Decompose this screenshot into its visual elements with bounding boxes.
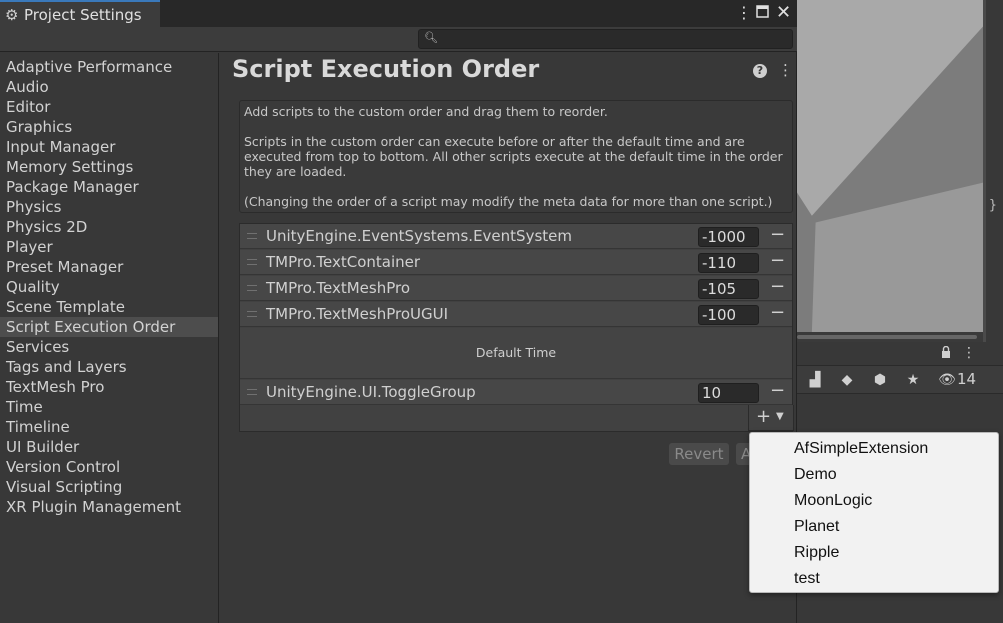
sidebar-item[interactable]: Physics 2D [0, 217, 218, 237]
visible-count: 14 [957, 370, 977, 388]
info-text: Scripts in the custom order can execute … [244, 134, 745, 149]
scene-view-background: } [797, 0, 1003, 342]
sidebar-item[interactable]: Memory Settings [0, 157, 218, 177]
sidebar-item[interactable]: Player [0, 237, 218, 257]
default-time-label: Default Time [475, 345, 557, 360]
add-script-button[interactable]: + ▼ [748, 405, 794, 431]
script-row[interactable]: TMPro.TextContainer -110 − [240, 250, 792, 275]
drag-handle-icon[interactable] [247, 389, 257, 395]
tab-project-settings[interactable]: ⚙ Project Settings [0, 0, 160, 27]
menu-item[interactable]: Planet [750, 514, 998, 540]
settings-content: Script Execution Order ? ⋮ Add scripts t… [220, 53, 797, 623]
sidebar-item[interactable]: Tags and Layers [0, 357, 218, 377]
gear-icon: ⚙ [5, 6, 19, 24]
remove-icon[interactable]: − [770, 380, 785, 401]
script-row[interactable]: TMPro.TextMeshPro -105 − [240, 276, 792, 301]
script-row[interactable]: UnityEngine.EventSystems.EventSystem -10… [240, 224, 792, 249]
remove-icon[interactable]: − [770, 224, 785, 245]
remove-icon[interactable]: − [770, 250, 785, 271]
script-name: UnityEngine.UI.ToggleGroup [266, 383, 476, 401]
sidebar-item[interactable]: Version Control [0, 457, 218, 477]
sidebar-item[interactable]: Preset Manager [0, 257, 218, 277]
menu-item[interactable]: Ripple [750, 540, 998, 566]
script-row[interactable]: TMPro.TextMeshProUGUI -100 − [240, 302, 792, 327]
default-time-divider: Default Time [240, 328, 792, 379]
sidebar-item[interactable]: TextMesh Pro [0, 377, 218, 397]
help-icon[interactable]: ? [753, 64, 767, 78]
window-tab-bar: ⚙ Project Settings ⋮ ✕ [0, 0, 797, 27]
sidebar-item[interactable]: UI Builder [0, 437, 218, 457]
settings-toolbar: 🔍︎ [0, 27, 797, 52]
shapes-icon[interactable]: ▟ [807, 372, 823, 388]
order-field[interactable]: -110 [698, 253, 759, 273]
scene-horizontal-scrollbar[interactable] [797, 332, 983, 342]
scene-side-panel [986, 0, 1003, 342]
script-name: TMPro.TextMeshPro [266, 279, 411, 297]
content-more-icon[interactable]: ⋮ [778, 61, 793, 79]
info-box: Add scripts to the custom order and drag… [239, 100, 793, 213]
info-text: they are loaded. [244, 164, 347, 179]
project-settings-window: ⚙ Project Settings ⋮ ✕ 🔍︎ Adaptive Perfo… [0, 0, 797, 623]
sidebar-item[interactable]: Graphics [0, 117, 218, 137]
sidebar-item[interactable]: Script Execution Order [0, 317, 218, 337]
plus-icon: + [756, 406, 772, 427]
drag-handle-icon[interactable] [247, 233, 257, 239]
sidebar-item[interactable]: Input Manager [0, 137, 218, 157]
page-title: Script Execution Order [232, 55, 540, 83]
maximize-icon[interactable] [756, 3, 769, 22]
tag-icon[interactable]: ◆ [839, 372, 855, 388]
revert-button[interactable]: Revert [669, 443, 729, 465]
sidebar-item[interactable]: Audio [0, 77, 218, 97]
search-input[interactable]: 🔍︎ [418, 29, 793, 49]
warning-icon[interactable]: ⬢ [872, 372, 888, 388]
panel-icon-row: ▟ ◆ ⬢ ★ 👁 14 [797, 366, 1003, 394]
close-icon[interactable]: ✕ [776, 2, 791, 23]
sidebar-item[interactable]: Quality [0, 277, 218, 297]
menu-item[interactable]: test [750, 566, 998, 592]
panel-more-icon[interactable]: ⋮ [962, 345, 976, 361]
info-text: (Changing the order of a script may modi… [244, 194, 773, 209]
sidebar-item[interactable]: XR Plugin Management [0, 497, 218, 517]
info-text: Add scripts to the custom order and drag… [244, 104, 608, 119]
order-field[interactable]: -1000 [698, 227, 759, 247]
sidebar-item[interactable]: Adaptive Performance [0, 57, 218, 77]
menu-item[interactable]: AfSimpleExtension [750, 436, 998, 462]
script-name: TMPro.TextContainer [266, 253, 421, 271]
remove-icon[interactable]: − [770, 276, 785, 297]
sidebar-item[interactable]: Time [0, 397, 218, 417]
sidebar-item[interactable]: Timeline [0, 417, 218, 437]
drag-handle-icon[interactable] [247, 311, 257, 317]
chevron-down-icon: ▼ [776, 411, 784, 422]
lock-icon[interactable] [941, 346, 951, 358]
sidebar-item[interactable]: Package Manager [0, 177, 218, 197]
order-field[interactable]: 10 [698, 383, 759, 403]
settings-sidebar: Adaptive Performance Audio Editor Graphics I… [0, 53, 219, 623]
remove-icon[interactable]: − [770, 302, 785, 323]
order-field[interactable]: -100 [698, 305, 759, 325]
window-more-icon[interactable]: ⋮ [736, 3, 752, 22]
script-row[interactable]: UnityEngine.UI.ToggleGroup 10 − [240, 380, 792, 405]
drag-handle-icon[interactable] [247, 259, 257, 265]
script-order-list: UnityEngine.EventSystems.EventSystem -10… [239, 223, 793, 432]
star-icon[interactable]: ★ [905, 372, 921, 388]
add-script-dropdown: AfSimpleExtension Demo MoonLogic Planet Ripp… [749, 432, 999, 593]
sidebar-item[interactable]: Visual Scripting [0, 477, 218, 497]
tab-title: Project Settings [24, 6, 142, 24]
search-icon: 🔍︎ [424, 31, 438, 44]
script-name: TMPro.TextMeshProUGUI [266, 305, 449, 323]
info-text: executed from top to bottom. All other s… [244, 149, 783, 164]
order-field[interactable]: -105 [698, 279, 759, 299]
menu-item[interactable]: Demo [750, 462, 998, 488]
brace-glyph: } [988, 198, 997, 213]
panel-header: ⋮ [797, 342, 1003, 366]
drag-handle-icon[interactable] [247, 285, 257, 291]
sidebar-item[interactable]: Editor [0, 97, 218, 117]
sidebar-item[interactable]: Physics [0, 197, 218, 217]
script-name: UnityEngine.EventSystems.EventSystem [266, 227, 572, 245]
sidebar-item[interactable]: Scene Template [0, 297, 218, 317]
menu-item[interactable]: MoonLogic [750, 488, 998, 514]
eye-icon[interactable]: 👁 [937, 372, 957, 388]
sidebar-item[interactable]: Services [0, 337, 218, 357]
